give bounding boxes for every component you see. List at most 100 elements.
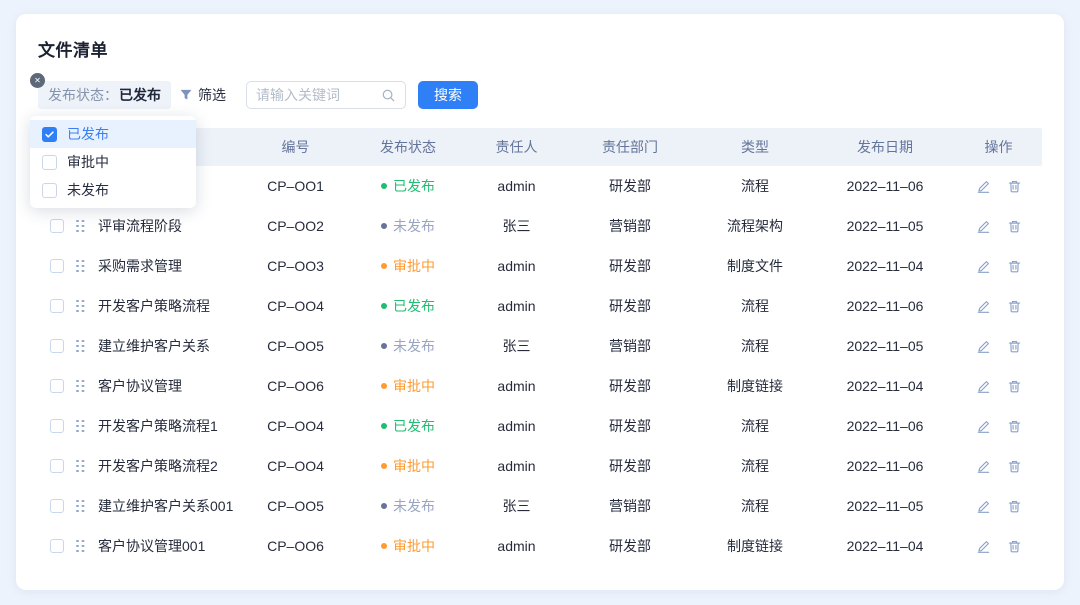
drag-handle-icon[interactable] xyxy=(76,340,84,353)
column-header-date: 发布日期 xyxy=(815,137,955,157)
dropdown-option-unpublished[interactable]: 未发布 xyxy=(30,176,196,204)
table-row: 客户协议管理 CP–OO6 审批中 admin 研发部 制度链接 2022–11… xyxy=(38,366,1042,406)
drag-handle-icon[interactable] xyxy=(76,220,84,233)
cell-status: 未发布 xyxy=(348,216,468,236)
cell-actions xyxy=(955,219,1042,234)
pencil-icon[interactable] xyxy=(976,219,991,234)
drag-handle-icon[interactable] xyxy=(76,260,84,273)
dropdown-option-published[interactable]: 已发布 xyxy=(30,120,196,148)
filter-tag[interactable]: 发布状态： 已发布 xyxy=(38,81,171,109)
dropdown-option-label: 已发布 xyxy=(67,124,109,144)
column-header-code: 编号 xyxy=(243,137,348,157)
status-badge: 审批中 xyxy=(381,256,435,276)
row-checkbox[interactable] xyxy=(50,339,64,353)
pencil-icon[interactable] xyxy=(976,379,991,394)
row-checkbox[interactable] xyxy=(50,379,64,393)
row-checkbox[interactable] xyxy=(50,539,64,553)
row-checkbox[interactable] xyxy=(50,499,64,513)
pencil-icon[interactable] xyxy=(976,259,991,274)
cell-date: 2022–11–05 xyxy=(815,218,955,234)
cell-department: 营销部 xyxy=(565,336,695,356)
status-dot-icon xyxy=(381,223,387,229)
document-name: 客户协议管理001 xyxy=(98,536,205,556)
trash-icon[interactable] xyxy=(1007,259,1022,274)
trash-icon[interactable] xyxy=(1007,379,1022,394)
trash-icon[interactable] xyxy=(1007,539,1022,554)
status-dot-icon xyxy=(381,263,387,269)
dropdown-option-pending[interactable]: 审批中 xyxy=(30,148,196,176)
status-text: 未发布 xyxy=(393,216,435,236)
table-row: 开发客户策略流程1 CP–OO4 已发布 admin 研发部 流程 2022–1… xyxy=(38,406,1042,446)
cell-name: 开发客户策略流程 xyxy=(38,296,243,316)
trash-icon[interactable] xyxy=(1007,499,1022,514)
drag-handle-icon[interactable] xyxy=(76,500,84,513)
cell-department: 研发部 xyxy=(565,256,695,276)
search-box xyxy=(246,81,406,109)
cell-date: 2022–11–05 xyxy=(815,498,955,514)
row-checkbox[interactable] xyxy=(50,259,64,273)
status-badge: 未发布 xyxy=(381,336,435,356)
cell-date: 2022–11–04 xyxy=(815,258,955,274)
cell-owner: admin xyxy=(468,178,565,194)
pencil-icon[interactable] xyxy=(976,179,991,194)
cell-owner: 张三 xyxy=(468,336,565,356)
trash-icon[interactable] xyxy=(1007,219,1022,234)
row-checkbox[interactable] xyxy=(50,419,64,433)
cell-status: 审批中 xyxy=(348,536,468,556)
checkbox-icon[interactable] xyxy=(42,183,57,198)
drag-handle-icon[interactable] xyxy=(76,420,84,433)
cell-department: 研发部 xyxy=(565,296,695,316)
cell-status: 未发布 xyxy=(348,496,468,516)
cell-owner: admin xyxy=(468,298,565,314)
cell-code: CP–OO1 xyxy=(243,178,348,194)
cell-department: 营销部 xyxy=(565,216,695,236)
trash-icon[interactable] xyxy=(1007,299,1022,314)
filter-button[interactable]: 筛选 xyxy=(179,85,226,105)
search-button[interactable]: 搜索 xyxy=(418,81,478,109)
cell-name: 建立维护客户关系001 xyxy=(38,496,243,516)
cell-name: 客户协议管理 xyxy=(38,376,243,396)
status-text: 未发布 xyxy=(393,496,435,516)
drag-handle-icon[interactable] xyxy=(76,380,84,393)
pencil-icon[interactable] xyxy=(976,539,991,554)
close-icon[interactable]: ✕ xyxy=(30,73,45,88)
drag-handle-icon[interactable] xyxy=(76,460,84,473)
status-badge: 未发布 xyxy=(381,496,435,516)
column-header-status: 发布状态 xyxy=(348,137,468,157)
document-name: 建立维护客户关系 xyxy=(98,336,210,356)
cell-owner: 张三 xyxy=(468,496,565,516)
column-header-actions: 操作 xyxy=(955,137,1042,157)
trash-icon[interactable] xyxy=(1007,179,1022,194)
pencil-icon[interactable] xyxy=(976,299,991,314)
table-row: 建立维护客户关系001 CP–OO5 未发布 张三 营销部 流程 2022–11… xyxy=(38,486,1042,526)
page-title: 文件清单 xyxy=(38,36,1042,61)
checkbox-checked-icon[interactable] xyxy=(42,127,57,142)
pencil-icon[interactable] xyxy=(976,339,991,354)
pencil-icon[interactable] xyxy=(976,459,991,474)
drag-handle-icon[interactable] xyxy=(76,300,84,313)
document-name: 建立维护客户关系001 xyxy=(98,496,233,516)
trash-icon[interactable] xyxy=(1007,339,1022,354)
cell-type: 流程 xyxy=(695,416,815,436)
pencil-icon[interactable] xyxy=(976,419,991,434)
cell-type: 流程 xyxy=(695,496,815,516)
status-badge: 审批中 xyxy=(381,376,435,396)
search-input[interactable] xyxy=(256,87,381,103)
trash-icon[interactable] xyxy=(1007,459,1022,474)
column-header-dept: 责任部门 xyxy=(565,137,695,157)
cell-date: 2022–11–04 xyxy=(815,378,955,394)
row-checkbox[interactable] xyxy=(50,219,64,233)
checkbox-icon[interactable] xyxy=(42,155,57,170)
cell-name: 客户协议管理001 xyxy=(38,536,243,556)
cell-owner: admin xyxy=(468,378,565,394)
trash-icon[interactable] xyxy=(1007,419,1022,434)
row-checkbox[interactable] xyxy=(50,459,64,473)
cell-type: 流程 xyxy=(695,176,815,196)
drag-handle-icon[interactable] xyxy=(76,540,84,553)
cell-code: CP–OO6 xyxy=(243,378,348,394)
cell-owner: admin xyxy=(468,418,565,434)
document-name: 评审流程阶段 xyxy=(98,216,182,236)
row-checkbox[interactable] xyxy=(50,299,64,313)
pencil-icon[interactable] xyxy=(976,499,991,514)
status-badge: 审批中 xyxy=(381,456,435,476)
